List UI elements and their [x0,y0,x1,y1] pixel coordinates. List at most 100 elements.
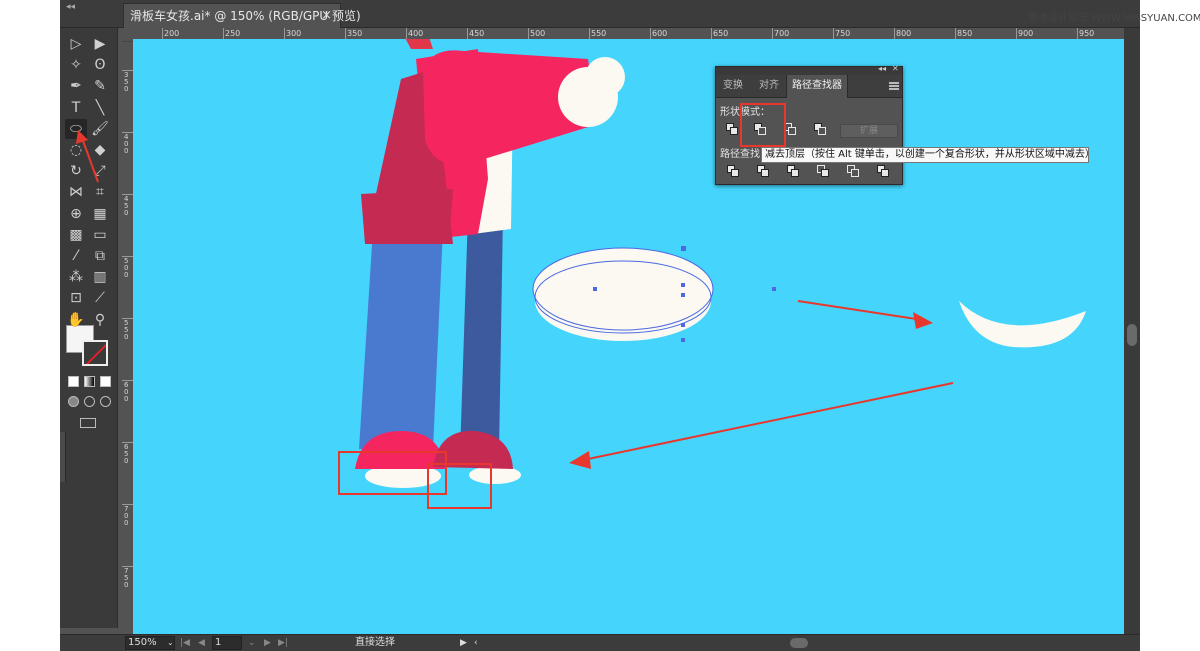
stroke-color-swatch[interactable] [82,340,108,366]
ruler-label: 200 [164,29,180,38]
ruler-label: 550 [591,29,607,38]
close-document-icon[interactable]: × [321,4,332,28]
panel-grip[interactable] [60,432,66,482]
document-tab-bar: ◂◂ 滑板车女孩.ai* @ 150% (RGB/GPU 预览) × [60,0,1140,28]
ruler-label: 600 [652,29,668,38]
mesh-tool-icon[interactable]: ▩ [65,225,87,245]
tab-align[interactable]: 对齐 [754,75,784,98]
minus-front-tooltip: 减去顶层（按住 Alt 键单击，以创建一个复合形状，并从形状区域中减去） [761,147,1095,163]
next-artboard-icon[interactable]: ▶ [264,635,271,651]
minus-back-button[interactable] [872,162,894,180]
symbol-sprayer-tool-icon[interactable]: ⁂ [65,267,87,287]
pathfinders-label: 路径查找 [720,149,760,160]
status-bar: 150% ⌄ |◀ ◀ 1 ⌄ ▶ ▶| 直接选择 ▶ ‹ [60,634,1140,651]
none-mode-button[interactable] [100,376,111,387]
outline-button[interactable] [842,162,864,180]
jeans-back-leg [460,214,503,454]
center-point [681,283,685,287]
crescent-result-shape [959,301,1086,348]
blend-tool-icon[interactable]: ⧉ [89,246,111,266]
ruler-label: 350 [124,71,129,93]
panel-tabs: 变换 对齐 路径查找器 [716,75,902,98]
anchor-point-top[interactable] [681,246,686,251]
ruler-label: 850 [957,29,973,38]
annotation-box-minus-front [740,103,786,147]
tab-transform[interactable]: 变换 [718,75,748,98]
ruler-label: 700 [124,505,129,527]
gradient-mode-button[interactable] [84,376,95,387]
status-menu-icon[interactable]: ▶ [460,635,467,651]
eyedropper-tool-icon[interactable]: ⁄ [65,246,87,266]
ruler-label: 250 [225,29,241,38]
selected-ellipse[interactable] [532,247,714,331]
document-tab[interactable]: 滑板车女孩.ai* @ 150% (RGB/GPU 预览) × [123,3,361,28]
first-artboard-icon[interactable]: |◀ [180,635,190,651]
ruler-label: 450 [469,29,485,38]
hand-knuckle [585,57,625,97]
arrow-right-head [913,312,933,329]
illustrator-window: ◂◂ 滑板车女孩.ai* @ 150% (RGB/GPU 预览) × ▷ ▶ ✧ ʘ ✒… [60,0,1140,651]
ruler-label: 900 [1018,29,1034,38]
arrow-right-line [797,300,924,321]
zoom-dropdown-icon[interactable]: ⌄ [167,635,174,651]
anchor-point-bottom[interactable] [681,323,685,327]
ruler-label: 800 [896,29,912,38]
ruler-label: 400 [124,133,129,155]
ruler-label: 400 [408,29,424,38]
anchor-point-left[interactable] [593,287,597,291]
artboard-number-field[interactable]: 1 [212,636,242,650]
anchor-point-right[interactable] [772,287,776,291]
slice-tool-icon[interactable]: ⟋ [89,288,111,308]
tab-pathfinder[interactable]: 路径查找器 [786,75,848,98]
ruler-label: 650 [713,29,729,38]
vertical-scroll-thumb[interactable] [1127,324,1137,346]
previous-artboard-icon[interactable]: ◀ [198,635,205,651]
toolbar-arrow-annotation [76,130,99,183]
collapse-panel-icon[interactable]: ◂◂ [878,64,886,73]
center-point-2 [681,293,685,297]
divide-button[interactable] [722,162,744,180]
current-tool-label: 直接选择 [355,637,395,648]
draw-inside-icon[interactable] [100,396,111,407]
ruler-label: 700 [774,29,790,38]
panel-menu-icon[interactable] [889,82,899,90]
ruler-label: 450 [124,195,129,217]
vertical-scrollbar[interactable] [1124,28,1140,634]
ruler-label: 300 [286,29,302,38]
artboard-canvas[interactable] [133,39,1124,634]
expand-button[interactable]: 扩展 [840,124,898,138]
exclude-button[interactable] [809,120,831,138]
last-artboard-icon[interactable]: ▶| [278,635,288,651]
scroll-left-icon[interactable]: ‹ [474,635,478,651]
artboard-dropdown-icon[interactable]: ⌄ [248,635,256,651]
shape-builder-tool-icon[interactable]: ⊕ [65,204,87,224]
arrow-left-line [582,382,954,461]
perspective-grid-tool-icon[interactable]: ▦ [89,204,111,224]
watermark: 思缘设计论坛 WWW.MISSYUAN.COM [1028,13,1200,24]
crop-button[interactable] [812,162,834,180]
anchor-point-lower[interactable] [681,338,685,342]
horizontal-scroll-thumb[interactable] [790,638,808,648]
column-graph-tool-icon[interactable]: ▥ [89,267,111,287]
zoom-tool-icon[interactable]: ⚲ [89,310,111,330]
artwork [355,39,1086,488]
ruler-label: 600 [124,381,129,403]
gradient-tool-icon[interactable]: ▭ [89,225,111,245]
ruler-label: 500 [530,29,546,38]
ruler-label: 750 [124,567,129,589]
ruler-label: 750 [835,29,851,38]
hand-tool-icon[interactable]: ✋ [65,310,87,330]
jeans-front-leg [359,229,443,449]
draw-behind-icon[interactable] [84,396,95,407]
merge-button[interactable] [782,162,804,180]
screen-mode-icon[interactable] [80,418,96,428]
trim-button[interactable] [752,162,774,180]
draw-normal-icon[interactable] [68,396,79,407]
close-panel-icon[interactable]: ✕ [892,64,899,73]
annotation-box-back-shoe [427,463,492,509]
ruler-label: 350 [347,29,363,38]
hair-shape [405,39,433,49]
panel-header[interactable]: ◂◂ ✕ [716,64,902,75]
color-mode-button[interactable] [68,376,79,387]
artboard-tool-icon[interactable]: ⊡ [65,288,87,308]
